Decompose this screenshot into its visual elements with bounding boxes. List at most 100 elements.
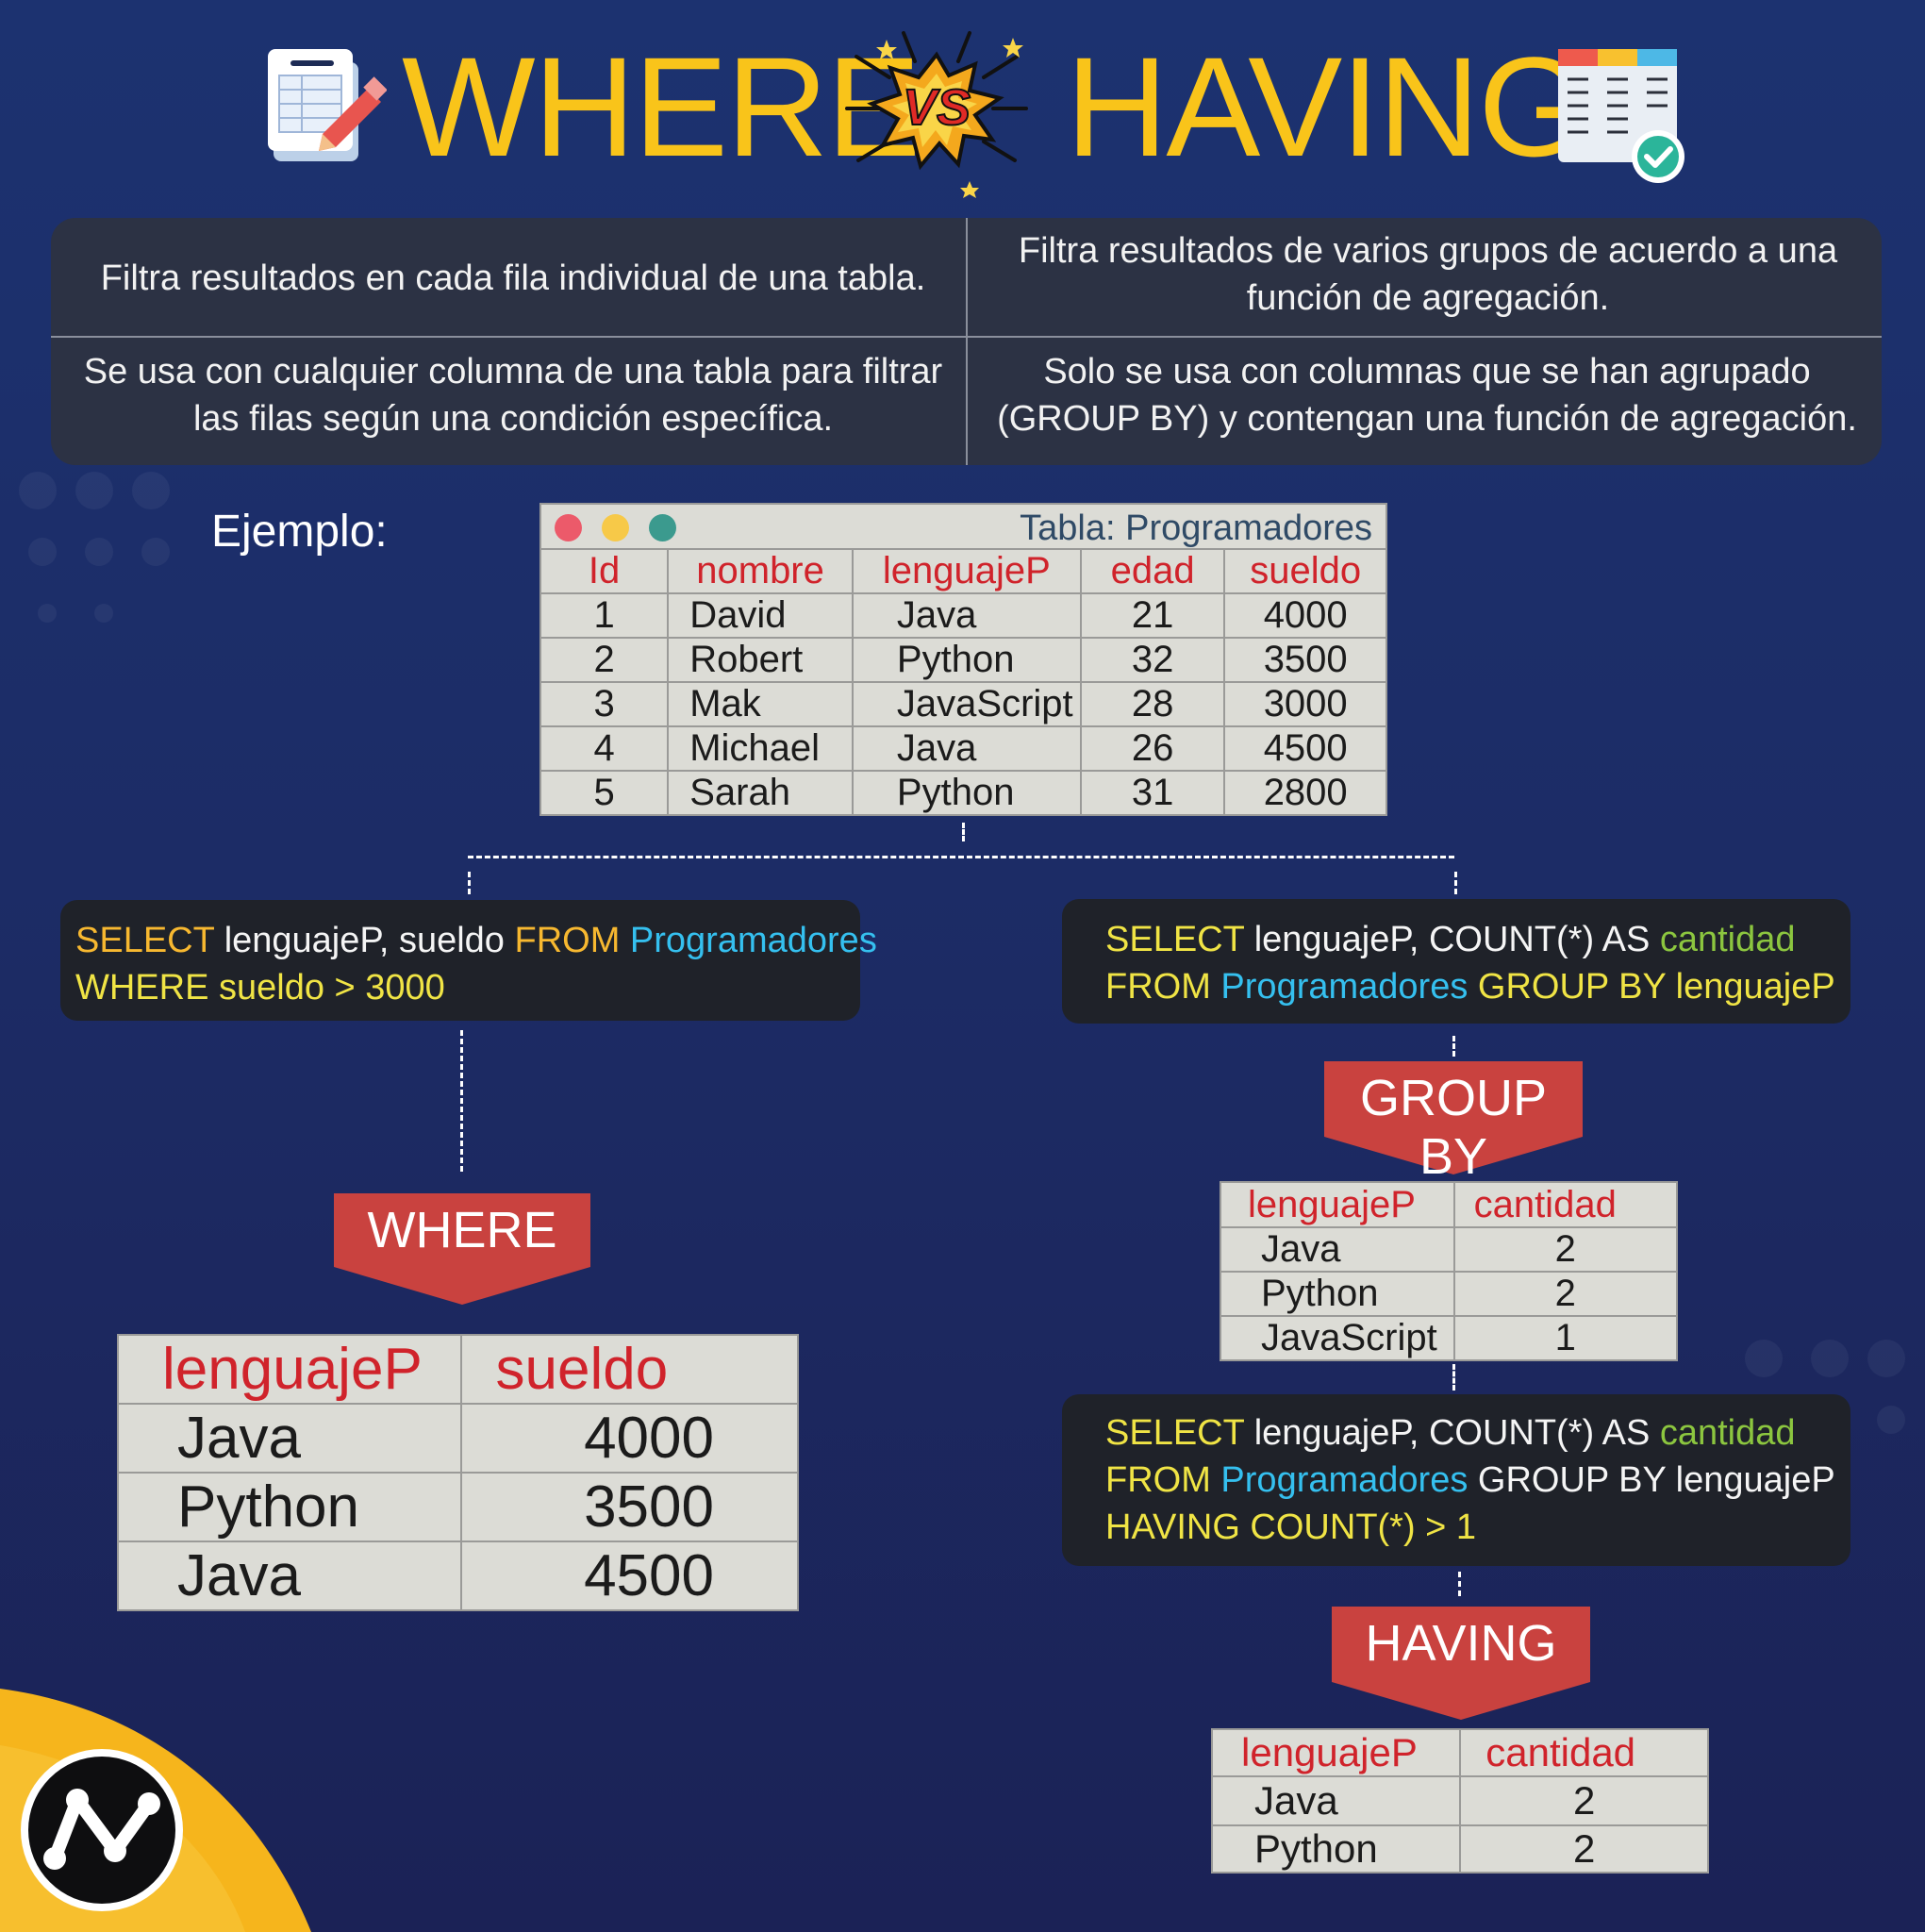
header-cell: nombre <box>667 548 854 594</box>
having-query-box: SELECT lenguajeP, COUNT(*) AS cantidad F… <box>1062 1394 1850 1566</box>
where-query-box: SELECT lenguajeP, sueldo FROM Programado… <box>60 900 877 1021</box>
table-cell: 2 <box>1459 1775 1709 1826</box>
sql-keyword: FROM <box>514 921 621 960</box>
sql-alias: cantidad <box>1659 1413 1796 1453</box>
where-description: Filtra resultados en cada fila individua… <box>100 258 926 298</box>
table-cell: 31 <box>1079 770 1226 816</box>
table-cell: Mak <box>667 681 854 727</box>
table-cell: Python <box>117 1472 462 1542</box>
connector <box>460 1030 463 1172</box>
table-row: Java 2 <box>1210 1775 1709 1826</box>
table-cell: JavaScript <box>1220 1315 1455 1361</box>
table-cell: Java <box>1210 1775 1462 1826</box>
table-cell: 3500 <box>1223 637 1387 683</box>
table-cell: 4000 <box>459 1403 800 1474</box>
example-label: Ejemplo: <box>211 507 388 557</box>
table-cell: 26 <box>1079 725 1226 772</box>
group-result-table: lenguajeP cantidad Java 2 Python 2 JavaS… <box>1220 1181 1679 1361</box>
table-cell: David <box>667 592 854 639</box>
sql-text: lenguajeP, sueldo <box>214 921 515 960</box>
connector <box>468 872 471 894</box>
sql-text: lenguajeP, COUNT(*) AS <box>1244 1413 1660 1453</box>
sql-alias: cantidad <box>1659 920 1796 959</box>
sql-text: lenguajeP, COUNT(*) AS <box>1244 920 1660 959</box>
table-row: Java 4500 <box>117 1541 800 1611</box>
header-cell: sueldo <box>459 1334 800 1405</box>
document-pencil-icon <box>268 49 387 161</box>
connector <box>1452 1036 1455 1057</box>
header-cell: lenguajeP <box>1210 1728 1462 1777</box>
table-cell: 1 <box>1452 1315 1679 1361</box>
table-title: Tabla: Programadores <box>1020 508 1372 548</box>
source-table: Id nombre lenguajeP edad sueldo 1 David … <box>539 548 1387 816</box>
table-row: 1 David Java 21 4000 <box>539 592 1387 639</box>
where-banner-label: WHERE <box>367 1202 557 1258</box>
table-cell: 4 <box>539 725 670 772</box>
table-row: 2 Robert Python 32 3500 <box>539 637 1387 683</box>
header-cell: lenguajeP <box>117 1334 462 1405</box>
connector <box>962 823 965 841</box>
title-having: HAVING <box>1066 27 1588 186</box>
table-header-row: Id nombre lenguajeP edad sueldo <box>539 548 1387 594</box>
sql-table-name: Programadores <box>620 921 877 960</box>
sql-where-clause: WHERE sueldo > 3000 <box>75 968 445 1008</box>
table-cell: 1 <box>539 592 670 639</box>
connector <box>1454 872 1457 894</box>
having-banner: HAVING <box>1332 1607 1590 1722</box>
table-cell: 3 <box>539 681 670 727</box>
table-cell: 2 <box>1459 1824 1709 1874</box>
table-row: Java 4000 <box>117 1403 800 1474</box>
table-row: Java 2 <box>1220 1226 1679 1273</box>
where-result-table: lenguajeP sueldo Java 4000 Python 3500 J… <box>117 1334 800 1611</box>
table-row: 4 Michael Java 26 4500 <box>539 725 1387 772</box>
table-cell: 28 <box>1079 681 1226 727</box>
table-header-row: lenguajeP sueldo <box>117 1334 800 1405</box>
connector <box>468 856 1454 858</box>
table-cell: Python <box>851 770 1082 816</box>
close-dot-icon <box>555 514 582 541</box>
minimize-dot-icon <box>602 514 629 541</box>
sql-group-by: GROUP BY lenguajeP <box>1468 967 1835 1007</box>
sql-table-name: Programadores <box>1210 1460 1469 1500</box>
having-result-table: lenguajeP cantidad Java 2 Python 2 <box>1210 1728 1709 1874</box>
table-cell: JavaScript <box>851 681 1082 727</box>
sql-keyword: FROM <box>1105 1460 1211 1500</box>
table-row: Python 3500 <box>117 1472 800 1542</box>
connector <box>1458 1572 1461 1596</box>
comparison-table: Filtra resultados en cada fila individua… <box>51 218 1882 465</box>
table-cell: Sarah <box>667 770 854 816</box>
table-header-row: lenguajeP cantidad <box>1220 1181 1679 1228</box>
table-cell: 21 <box>1079 592 1226 639</box>
group-by-banner: GROUP BY <box>1324 1061 1583 1185</box>
sql-keyword: SELECT <box>1105 920 1245 959</box>
table-cell: 5 <box>539 770 670 816</box>
table-cell: Java <box>117 1541 462 1611</box>
table-cell: Java <box>1220 1226 1455 1273</box>
table-cell: 4000 <box>1223 592 1387 639</box>
table-header-row: lenguajeP cantidad <box>1210 1728 1709 1777</box>
sql-group-by: GROUP BY lenguajeP <box>1468 1460 1835 1500</box>
source-table-window: Tabla: Programadores Id nombre lenguajeP… <box>539 503 1387 816</box>
brand-logo <box>0 1689 311 1932</box>
table-cell: Java <box>851 725 1082 772</box>
table-row: 3 Mak JavaScript 28 3000 <box>539 681 1387 727</box>
header-cell: lenguajeP <box>851 548 1082 594</box>
table-row: 5 Sarah Python 31 2800 <box>539 770 1387 816</box>
table-cell: 4500 <box>459 1541 800 1611</box>
vs-burst-icon: VS <box>845 31 1028 198</box>
sql-keyword: FROM <box>1105 967 1211 1007</box>
vs-text: VS <box>903 79 971 136</box>
table-cell: 32 <box>1079 637 1226 683</box>
having-banner-label: HAVING <box>1365 1615 1557 1672</box>
header-cell: sueldo <box>1223 548 1387 594</box>
table-row: Python 2 <box>1220 1271 1679 1317</box>
header-cell: lenguajeP <box>1220 1181 1455 1228</box>
table-cell: Python <box>1210 1824 1462 1874</box>
header-cell: Id <box>539 548 670 594</box>
where-usage: Se usa con cualquier columna de una tabl… <box>83 352 943 439</box>
table-check-icon <box>1558 49 1684 183</box>
table-row: Python 2 <box>1210 1824 1709 1874</box>
sql-keyword: SELECT <box>75 921 215 960</box>
having-description: Filtra resultados de varios grupos de ac… <box>1018 231 1838 318</box>
maximize-dot-icon <box>649 514 676 541</box>
